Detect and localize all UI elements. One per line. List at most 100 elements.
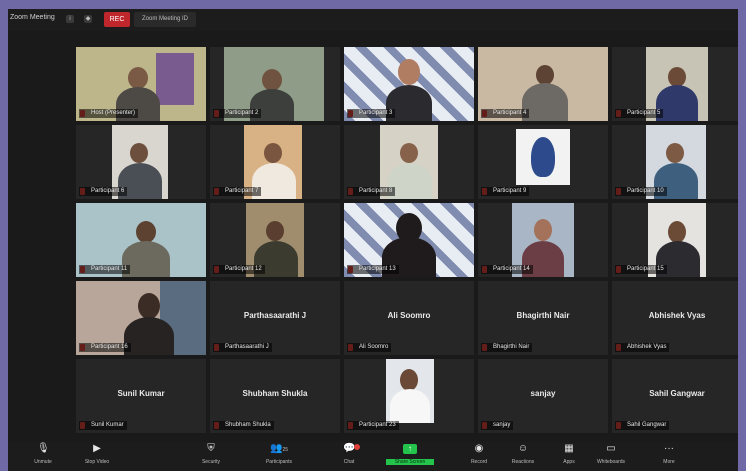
window-title: Zoom Meeting <box>10 14 55 21</box>
apps-icon: ▦ <box>564 443 574 454</box>
unmute-label: Unmute <box>34 459 52 465</box>
participant-tile[interactable]: Bhagirthi Nair Bhagirthi Nair <box>478 281 608 355</box>
unmute-button[interactable]: 🎙 Unmute <box>18 443 68 466</box>
share-screen-label: Share Screen <box>386 459 434 465</box>
participant-name: Participant 6 <box>79 187 128 196</box>
record-button[interactable]: ◉ Record <box>454 443 504 466</box>
stop-video-label: Stop Video <box>84 459 110 465</box>
participant-tile[interactable]: Participant 9 <box>478 125 608 199</box>
participant-name: Participant 4 <box>481 109 530 118</box>
participant-name: Participant 11 <box>79 265 131 274</box>
participant-name: Participant 14 <box>481 265 533 274</box>
participants-label: Participants <box>265 459 293 465</box>
shield-icon[interactable]: ◆ <box>84 15 92 23</box>
title-bar: Zoom Meeting i ◆ REC Zoom Meeting ID <box>8 9 738 31</box>
meeting-toolbar: 🎙 Unmute ▶ Stop Video ⛨ Security 👥25 Par… <box>8 442 738 471</box>
participant-display-name: Abhishek Vyas <box>648 311 706 320</box>
participant-name: Participant 12 <box>213 265 265 274</box>
shield-icon: ⛨ <box>207 443 215 454</box>
participant-display-name: Parthasaarathi J <box>243 311 307 320</box>
participant-tile[interactable]: Participant 12 <box>210 203 340 277</box>
participant-tile[interactable]: Shubham Shukla Shubham Shukla <box>210 359 340 433</box>
participant-tile[interactable]: Ali Soomro Ali Soomro <box>344 281 474 355</box>
participant-name: Participant 7 <box>213 187 262 196</box>
participant-name: Shubham Shukla <box>213 421 274 430</box>
reactions-icon: ☺ <box>517 443 529 454</box>
participant-tile[interactable]: Parthasaarathi J Parthasaarathi J <box>210 281 340 355</box>
participant-tile[interactable]: Participant 2 <box>210 47 340 121</box>
stop-video-button[interactable]: ▶ Stop Video <box>72 443 122 466</box>
participant-name: Participant 8 <box>347 187 396 196</box>
participant-name: Participant 9 <box>481 187 530 196</box>
participant-tile[interactable]: Host (Presenter) <box>76 47 206 121</box>
recording-indicator[interactable]: REC <box>104 12 130 27</box>
participant-display-name: Shubham Shukla <box>242 389 308 398</box>
participant-tile[interactable]: Participant 10 <box>612 125 738 199</box>
whiteboards-button[interactable]: ▭ Whiteboards <box>586 443 636 466</box>
participant-tile[interactable]: Participant 7 <box>210 125 340 199</box>
share-screen-button[interactable]: ↑ Share Screen <box>386 444 434 465</box>
more-button[interactable]: ··· More <box>644 443 694 466</box>
participant-tile[interactable]: Participant 5 <box>612 47 738 121</box>
more-label: More <box>663 459 675 465</box>
participants-button[interactable]: 👥25 Participants <box>254 443 304 466</box>
info-icon[interactable]: i <box>66 15 74 23</box>
reactions-button[interactable]: ☺ Reactions <box>498 443 548 466</box>
more-dots-icon: ··· <box>664 443 674 454</box>
participant-name: Ali Soomro <box>347 343 392 352</box>
participant-tile[interactable]: Sunil Kumar Sunil Kumar <box>76 359 206 433</box>
meeting-id-badge[interactable]: Zoom Meeting ID <box>134 12 196 27</box>
participant-name: Host (Presenter) <box>79 109 139 118</box>
participant-tile[interactable]: Participant 11 <box>76 203 206 277</box>
participant-tile[interactable]: Participant 8 <box>344 125 474 199</box>
microphone-muted-icon: 🎙 <box>37 443 50 454</box>
participant-name: Parthasaarathi J <box>213 343 272 352</box>
security-label: Security <box>201 459 221 465</box>
participant-tile[interactable]: Abhishek Vyas Abhishek Vyas <box>612 281 738 355</box>
participant-tile[interactable]: Participant 16 <box>76 281 206 355</box>
participant-tile[interactable]: Sahil Gangwar Sahil Gangwar <box>612 359 738 433</box>
participants-icon: 👥25 <box>269 443 288 454</box>
participant-tile[interactable]: Participant 4 <box>478 47 608 121</box>
participant-video <box>386 359 434 423</box>
participant-video <box>516 129 570 185</box>
participant-name: Sahil Gangwar <box>615 421 670 430</box>
participant-name: Participant 10 <box>615 187 667 196</box>
security-button[interactable]: ⛨ Security <box>186 443 236 466</box>
participant-name: Participant 13 <box>347 265 399 274</box>
participant-tile[interactable]: Participant 14 <box>478 203 608 277</box>
record-icon: ◉ <box>474 443 484 454</box>
video-camera-icon: ▶ <box>93 443 101 454</box>
share-screen-icon: ↑ <box>403 444 417 454</box>
whiteboard-icon: ▭ <box>606 443 616 454</box>
participant-name: Participant 5 <box>615 109 664 118</box>
participant-name: Participant 16 <box>79 343 131 352</box>
participant-name: Bhagirthi Nair <box>481 343 533 352</box>
chat-label: Chat <box>343 459 355 465</box>
participant-tile[interactable]: Participant 3 <box>344 47 474 121</box>
participant-name: sanjay <box>481 421 514 430</box>
participant-name: Participant 2 <box>213 109 262 118</box>
record-label: Record <box>470 459 488 465</box>
participant-tile[interactable]: sanjay sanjay <box>478 359 608 433</box>
participant-grid: Host (Presenter) Participant 2 Participa… <box>76 47 738 439</box>
participant-name: Participant 15 <box>615 265 667 274</box>
reactions-label: Reactions <box>511 459 535 465</box>
participant-name: Abhishek Vyas <box>615 343 670 352</box>
participant-tile[interactable]: Participant 23 <box>344 359 474 433</box>
participant-display-name: sanjay <box>530 389 556 398</box>
participant-tile[interactable]: Participant 13 <box>344 203 474 277</box>
unread-badge <box>354 444 360 450</box>
participant-name: Sunil Kumar <box>79 421 127 430</box>
participant-display-name: Sahil Gangwar <box>649 389 705 398</box>
chat-button[interactable]: 💬 Chat <box>324 444 374 465</box>
zoom-window: Zoom Meeting i ◆ REC Zoom Meeting ID Hos… <box>8 9 738 471</box>
participant-display-name: Sunil Kumar <box>117 389 165 398</box>
whiteboards-label: Whiteboards <box>596 459 626 465</box>
participant-display-name: Ali Soomro <box>387 311 431 320</box>
participant-name: Participant 23 <box>347 421 399 430</box>
participant-display-name: Bhagirthi Nair <box>516 311 570 320</box>
participant-tile[interactable]: Participant 15 <box>612 203 738 277</box>
participant-name: Participant 3 <box>347 109 396 118</box>
participant-tile[interactable]: Participant 6 <box>76 125 206 199</box>
